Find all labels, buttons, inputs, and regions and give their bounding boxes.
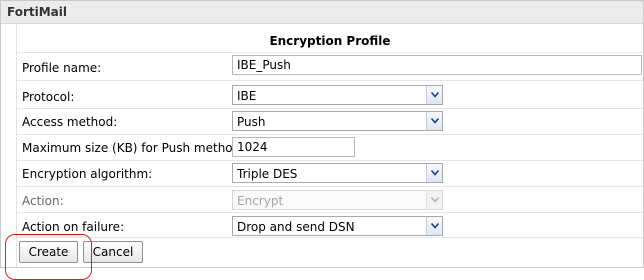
row-divider xyxy=(17,186,643,187)
action-on-failure-label: Action on failure: xyxy=(22,220,125,234)
encryption-algorithm-label: Encryption algorithm: xyxy=(22,167,153,181)
row-divider xyxy=(17,212,643,213)
chevron-down-icon[interactable] xyxy=(426,112,442,130)
encryption-algorithm-value: Triple DES xyxy=(237,167,298,181)
access-method-label: Access method: xyxy=(22,115,118,129)
protocol-value: IBE xyxy=(237,89,257,103)
access-method-select[interactable]: Push xyxy=(232,111,443,131)
chevron-down-icon xyxy=(426,191,442,209)
form-title: Encryption Profile xyxy=(269,34,391,48)
row-divider xyxy=(17,237,643,238)
access-method-value: Push xyxy=(237,115,266,129)
window-frame: FortiMail Encryption Profile Profile nam… xyxy=(0,0,644,280)
row-divider xyxy=(17,108,643,109)
max-size-label: Maximum size (KB) for Push method: xyxy=(22,141,245,155)
highlight-annotation xyxy=(5,234,92,280)
action-label: Action: xyxy=(22,194,64,208)
chevron-down-icon[interactable] xyxy=(426,217,442,235)
action-on-failure-value: Drop and send DSN xyxy=(237,220,355,234)
chevron-down-icon[interactable] xyxy=(426,164,442,182)
action-value: Encrypt xyxy=(237,194,284,208)
encryption-profile-form: Encryption Profile Profile name: Protoco… xyxy=(16,24,643,267)
max-size-input[interactable] xyxy=(232,137,355,157)
row-divider xyxy=(17,134,643,135)
row-divider xyxy=(17,80,643,81)
window-title: FortiMail xyxy=(7,5,67,19)
row-divider xyxy=(17,52,643,53)
encryption-algorithm-select[interactable]: Triple DES xyxy=(232,163,443,183)
profile-name-label: Profile name: xyxy=(22,61,102,75)
cancel-button[interactable]: Cancel xyxy=(83,241,143,263)
protocol-label: Protocol: xyxy=(22,90,75,104)
action-select: Encrypt xyxy=(232,190,443,210)
protocol-select[interactable]: IBE xyxy=(232,85,443,105)
chevron-down-icon[interactable] xyxy=(426,86,442,104)
profile-name-input[interactable] xyxy=(232,55,642,75)
row-divider xyxy=(17,160,643,161)
window-titlebar: FortiMail xyxy=(1,1,643,24)
action-on-failure-select[interactable]: Drop and send DSN xyxy=(232,216,443,236)
